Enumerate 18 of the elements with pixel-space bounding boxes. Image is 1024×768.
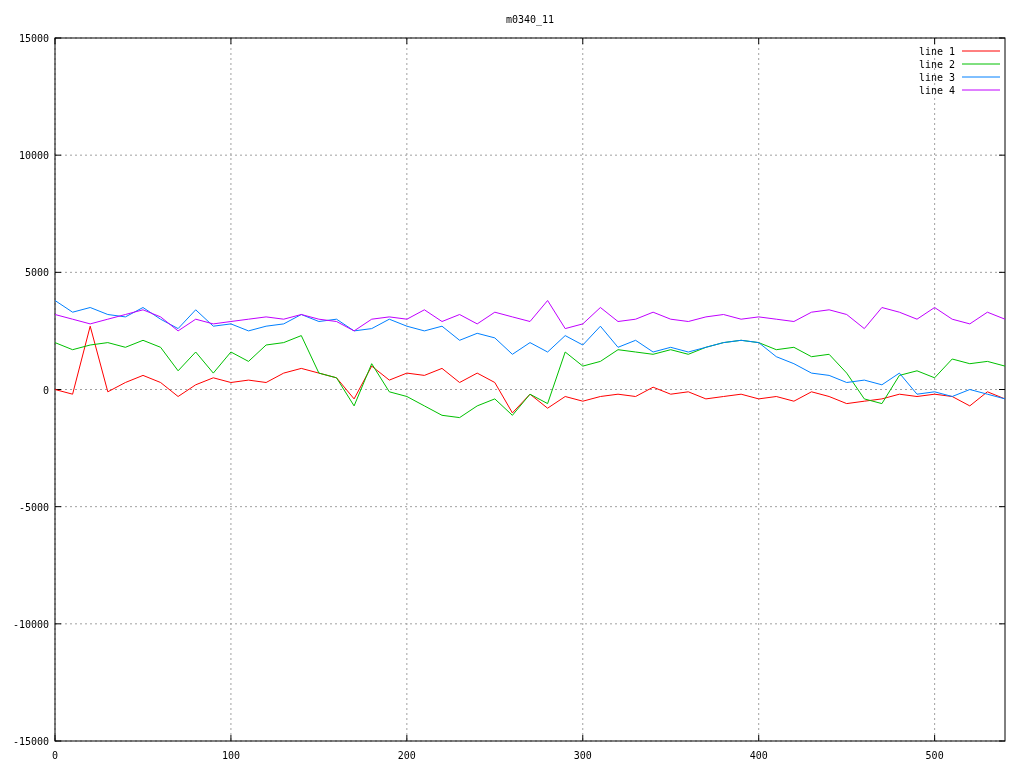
legend-label: line 3 xyxy=(918,72,955,83)
x-tick-label: 100 xyxy=(221,750,240,761)
chart-title: m0340_11 xyxy=(505,14,555,25)
y-tick-label: 15000 xyxy=(18,33,49,44)
y-tick-label: -15000 xyxy=(12,736,49,747)
x-tick-label: 400 xyxy=(749,750,768,761)
x-tick-label: 0 xyxy=(52,750,58,761)
legend-label: line 2 xyxy=(918,59,955,70)
legend-label: line 1 xyxy=(918,46,955,57)
y-tick-label: 0 xyxy=(42,384,49,396)
x-tick-label: 300 xyxy=(573,750,592,761)
y-tick-label: 5000 xyxy=(24,267,49,279)
y-tick-label: 10000 xyxy=(18,150,49,162)
legend-label: line 4 xyxy=(918,85,955,96)
y-tick-label: -10000 xyxy=(12,618,49,630)
y-tick-label: -5000 xyxy=(18,501,49,513)
x-tick-label: 200 xyxy=(397,750,416,761)
x-tick-label: 500 xyxy=(925,750,944,761)
